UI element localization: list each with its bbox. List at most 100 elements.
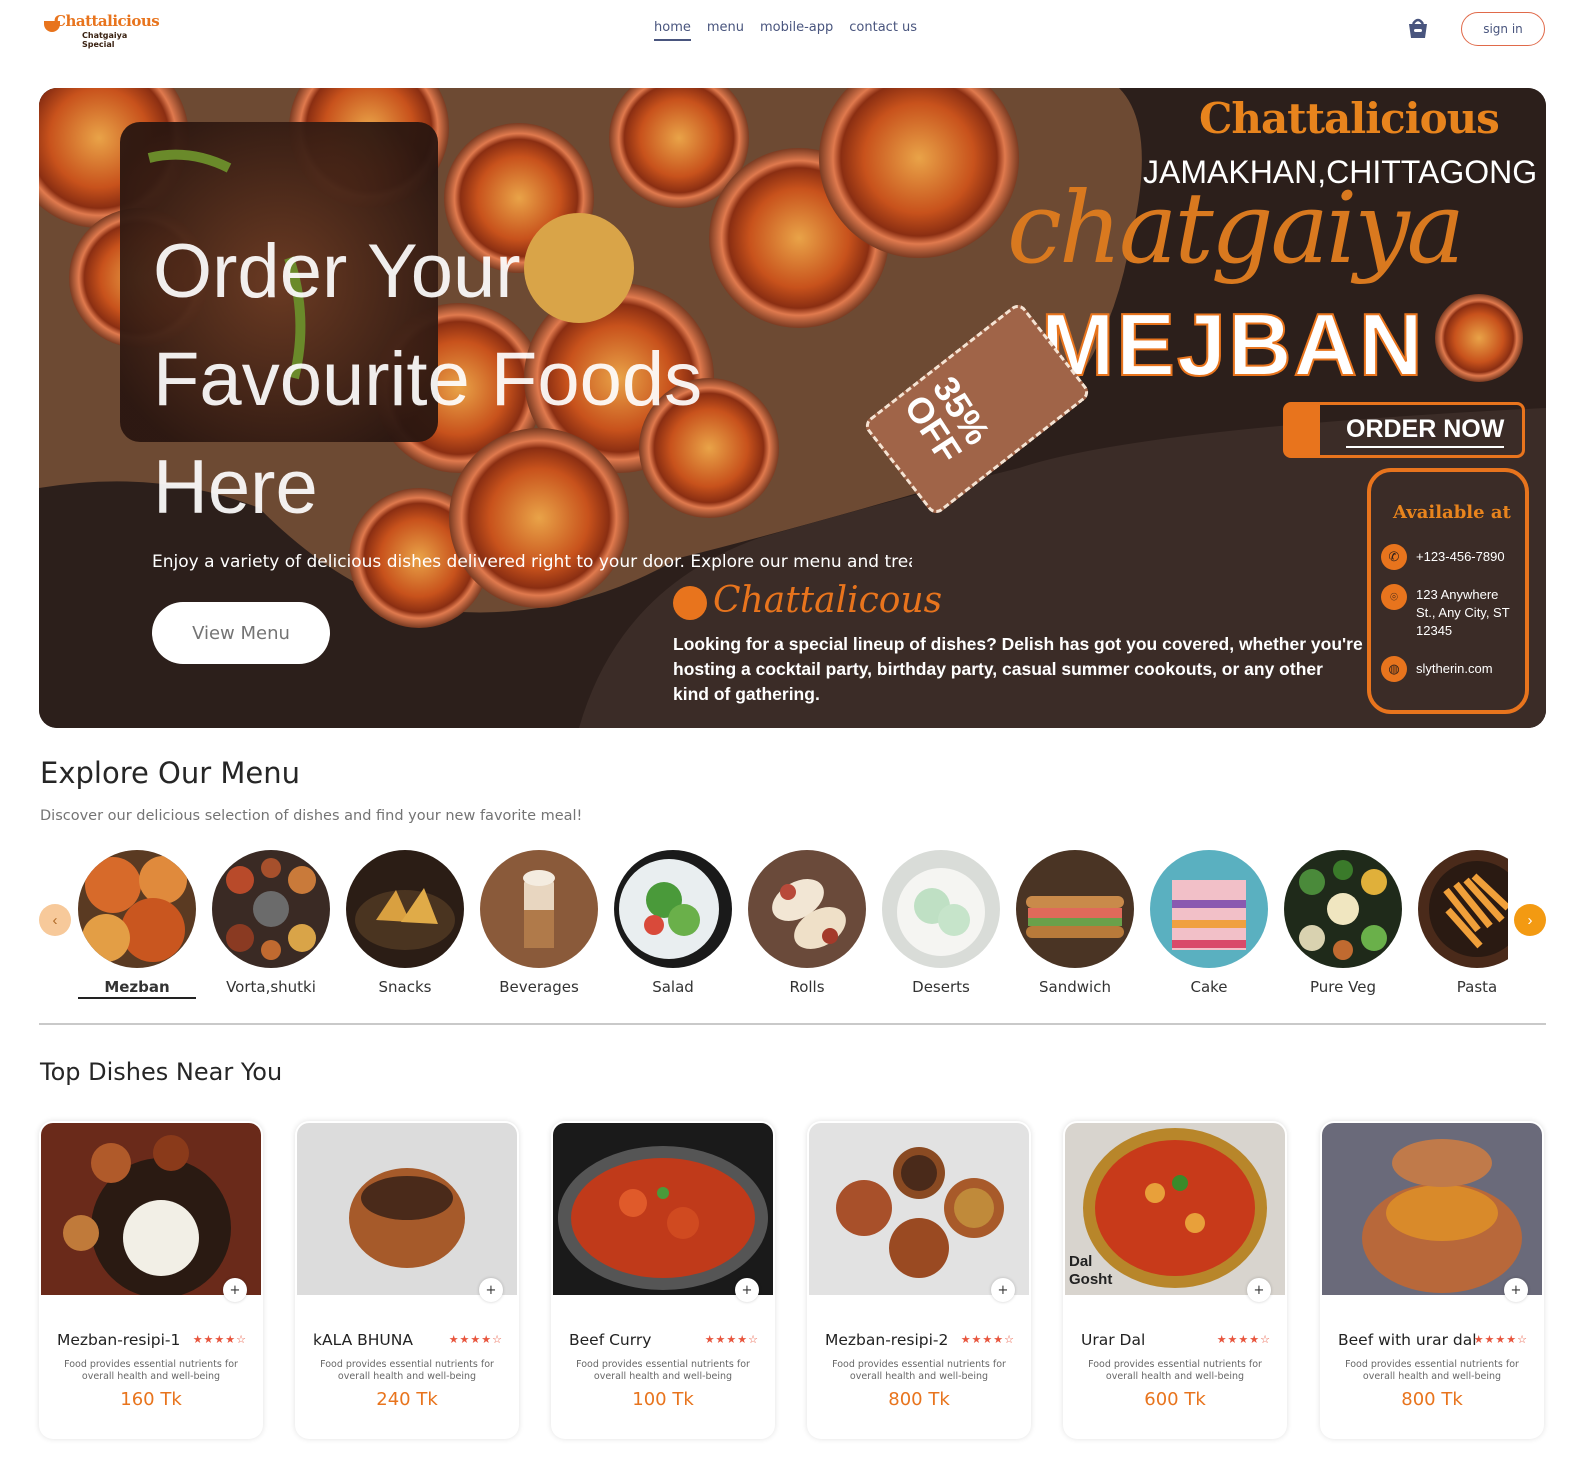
category-item-cake[interactable]: Cake: [1150, 850, 1268, 996]
order-now-button[interactable]: ORDER NOW: [1283, 402, 1525, 458]
address-row: ⌾ 123 Anywhere St., Any City, ST 12345: [1381, 584, 1521, 640]
category-image: [78, 850, 196, 968]
category-label: Rolls: [789, 978, 825, 996]
availability-box: Available at ✆ +123-456-7890 ⌾ 123 Anywh…: [1367, 468, 1529, 714]
category-label: Vorta,shutki: [226, 978, 316, 996]
banner-brand-script: Chattalicous: [673, 580, 942, 621]
rating-stars-icon: ★★★★☆: [1216, 1333, 1271, 1346]
add-to-cart-icon[interactable]: +: [1247, 1278, 1271, 1302]
category-item-rolls[interactable]: Rolls: [748, 850, 866, 996]
add-to-cart-icon[interactable]: +: [735, 1278, 759, 1302]
category-label: Salad: [652, 978, 694, 996]
add-to-cart-icon[interactable]: +: [991, 1278, 1015, 1302]
food-card[interactable]: + Beef Curry ★★★★☆ Food provides essenti…: [551, 1121, 775, 1439]
food-image: [809, 1123, 1029, 1295]
carousel-next-button[interactable]: ›: [1514, 904, 1546, 936]
food-image: [1322, 1123, 1542, 1295]
hero-banner: Order Your Favourite Foods Here Enjoy a …: [39, 88, 1546, 728]
rating-stars-icon: ★★★★☆: [448, 1333, 503, 1346]
nav-item-contact-us[interactable]: contact us: [849, 20, 917, 41]
category-item-sandwich[interactable]: Sandwich: [1016, 850, 1134, 996]
food-description: Food provides essential nutrients for ov…: [1345, 1359, 1519, 1382]
food-card[interactable]: + Mezban-resipi-1 ★★★★☆ Food provides es…: [39, 1121, 263, 1439]
address-text: 123 Anywhere St., Any City, ST 12345: [1416, 587, 1510, 638]
globe-icon: ◍: [1381, 656, 1407, 682]
category-carousel: Mezban Vorta,shutki Snacks Beverages Sal…: [78, 850, 1508, 1005]
rating-stars-icon: ★★★★☆: [960, 1333, 1015, 1346]
food-price: 160 Tk: [120, 1389, 182, 1410]
category-item-vorta-shutki[interactable]: Vorta,shutki: [212, 850, 330, 996]
nav-item-home[interactable]: home: [654, 20, 691, 41]
banner-brand: Chattalicious: [1199, 94, 1500, 143]
view-menu-button[interactable]: View Menu: [152, 602, 330, 664]
rating-stars-icon: ★★★★☆: [704, 1333, 759, 1346]
food-price: 240 Tk: [376, 1389, 438, 1410]
nav-item-mobile-app[interactable]: mobile-app: [760, 20, 833, 41]
category-label: Pure Veg: [1310, 978, 1376, 996]
availability-title: Available at: [1393, 502, 1511, 523]
logo-name: Chattalicious: [54, 12, 160, 30]
add-to-cart-icon[interactable]: +: [1504, 1278, 1528, 1302]
explore-subtitle: Discover our delicious selection of dish…: [40, 808, 583, 824]
food-name: Urar Dal: [1081, 1331, 1146, 1349]
hero-text: Enjoy a variety of delicious dishes deli…: [152, 552, 912, 572]
phone-icon: ✆: [1381, 544, 1407, 570]
chevron-right-icon: ›: [1527, 911, 1533, 929]
category-item-mezban[interactable]: Mezban: [78, 850, 196, 999]
website-row: ◍ slytherin.com: [1381, 656, 1493, 682]
category-item-pure-veg[interactable]: Pure Veg: [1284, 850, 1402, 996]
nav-item-menu[interactable]: menu: [707, 20, 744, 41]
category-item-salad[interactable]: Salad: [614, 850, 732, 996]
category-label: Sandwich: [1039, 978, 1111, 996]
category-image: [346, 850, 464, 968]
basket-icon[interactable]: [1404, 14, 1432, 42]
location-pin-icon: ⌾: [1381, 584, 1407, 610]
food-image: [297, 1123, 517, 1295]
sign-in-button[interactable]: sign in: [1461, 12, 1545, 46]
category-image: [212, 850, 330, 968]
category-image: [1418, 850, 1508, 968]
category-item-snacks[interactable]: Snacks: [346, 850, 464, 996]
add-to-cart-icon[interactable]: +: [479, 1278, 503, 1302]
website-text: slytherin.com: [1416, 661, 1493, 676]
food-description: Food provides essential nutrients for ov…: [1088, 1359, 1262, 1382]
add-to-cart-icon[interactable]: +: [223, 1278, 247, 1302]
nav-menu: home menu mobile-app contact us: [654, 20, 917, 41]
category-item-pasta[interactable]: Pasta: [1418, 850, 1508, 996]
chevron-left-icon: ‹: [52, 911, 58, 929]
food-description: Food provides essential nutrients for ov…: [320, 1359, 494, 1382]
food-price: 100 Tk: [632, 1389, 694, 1410]
food-name: Mezban-resipi-2: [825, 1331, 949, 1349]
food-price: 800 Tk: [888, 1389, 950, 1410]
carousel-prev-button[interactable]: ‹: [39, 904, 71, 936]
category-item-beverages[interactable]: Beverages: [480, 850, 598, 996]
food-image: [553, 1123, 773, 1295]
logo-tagline: Chatgaiya Special: [82, 31, 128, 49]
category-image: [1284, 850, 1402, 968]
food-card[interactable]: + Beef with urar dal ★★★★☆ Food provides…: [1320, 1121, 1544, 1439]
category-item-deserts[interactable]: Deserts: [882, 850, 1000, 996]
category-image: [1150, 850, 1268, 968]
category-image: [882, 850, 1000, 968]
hero-title: Order Your Favourite Foods Here: [153, 229, 703, 530]
food-description: Food provides essential nutrients for ov…: [832, 1359, 1006, 1382]
food-image: Dal Gosht: [1065, 1123, 1285, 1295]
top-dishes-title: Top Dishes Near You: [40, 1058, 283, 1086]
food-description: Food provides essential nutrients for ov…: [64, 1359, 238, 1382]
order-now-accent: [1286, 405, 1320, 455]
food-price: 600 Tk: [1144, 1389, 1206, 1410]
section-divider: [39, 1023, 1546, 1025]
rating-stars-icon: ★★★★☆: [1473, 1333, 1528, 1346]
category-image: [1016, 850, 1134, 968]
banner-description: Looking for a special lineup of dishes? …: [673, 634, 1363, 704]
food-name: Mezban-resipi-1: [57, 1331, 181, 1349]
food-price: 800 Tk: [1401, 1389, 1463, 1410]
category-label: Cake: [1190, 978, 1228, 996]
food-card[interactable]: Dal Gosht + Urar Dal ★★★★☆ Food provides…: [1063, 1121, 1287, 1439]
food-name: Beef with urar dal: [1338, 1331, 1477, 1349]
food-card[interactable]: + Mezban-resipi-2 ★★★★☆ Food provides es…: [807, 1121, 1031, 1439]
food-card[interactable]: + kALA BHUNA ★★★★☆ Food provides essenti…: [295, 1121, 519, 1439]
logo[interactable]: Chattalicious Chatgaiya Special: [42, 12, 160, 49]
phone-row: ✆ +123-456-7890: [1381, 544, 1505, 570]
food-name: Beef Curry: [569, 1331, 652, 1349]
